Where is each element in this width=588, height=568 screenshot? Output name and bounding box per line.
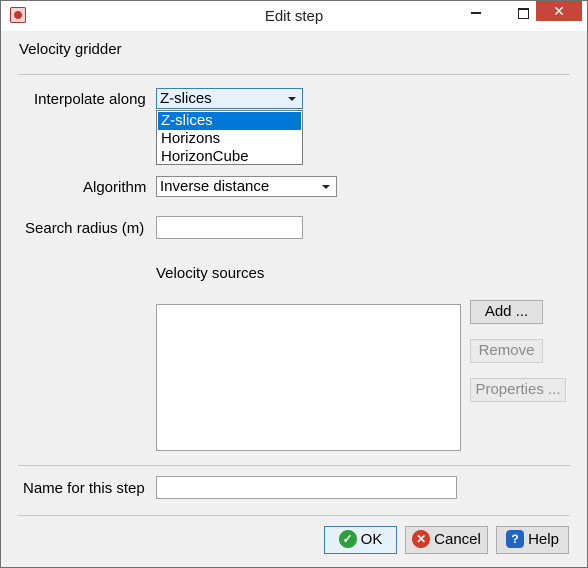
option-horizons[interactable]: Horizons (158, 130, 301, 148)
divider-middle (18, 465, 570, 466)
help-label: Help (528, 531, 559, 549)
add-button[interactable]: Add ... (470, 300, 543, 324)
edit-step-dialog: Edit step ✕ Velocity gridder Interpolate… (0, 0, 588, 568)
properties-button[interactable]: Properties ... (470, 378, 566, 402)
velocity-sources-list[interactable] (156, 304, 461, 451)
search-radius-label: Search radius (m) (25, 220, 145, 237)
ok-label: OK (360, 531, 383, 549)
step-name-label: Name for this step (23, 480, 145, 497)
velocity-sources-label: Velocity sources (156, 265, 265, 282)
algorithm-label: Algorithm (83, 179, 147, 196)
interpolate-value: Z-slices (160, 90, 212, 107)
help-icon: ? (506, 529, 525, 548)
maximize-button[interactable] (510, 1, 536, 23)
algorithm-combo[interactable]: Inverse distance (156, 176, 337, 197)
help-button[interactable]: ? Help (496, 526, 569, 554)
cancel-button[interactable]: ✕ Cancel (405, 526, 488, 554)
close-button[interactable]: ✕ (536, 1, 582, 21)
maximize-icon (517, 7, 529, 19)
title-bar[interactable]: Edit step ✕ (1, 1, 587, 31)
chevron-down-icon (322, 185, 330, 189)
interpolate-dropdown-list: Z-slices Horizons HorizonCube (156, 110, 303, 165)
remove-button[interactable]: Remove (470, 339, 543, 363)
interpolate-label: Interpolate along (34, 91, 146, 108)
step-name-input[interactable] (156, 476, 457, 499)
minimize-icon (471, 12, 481, 15)
close-icon: ✕ (553, 3, 565, 19)
algorithm-value: Inverse distance (160, 178, 270, 195)
option-horizoncube[interactable]: HorizonCube (158, 148, 301, 166)
checkmark-icon: ✓ (338, 529, 357, 548)
section-title: Velocity gridder (19, 41, 122, 58)
interpolate-combo[interactable]: Z-slices (156, 88, 303, 109)
search-radius-input[interactable] (156, 216, 303, 239)
cancel-icon: ✕ (412, 529, 431, 548)
minimize-button[interactable] (464, 1, 488, 23)
chevron-down-icon (288, 97, 296, 101)
ok-button[interactable]: ✓ OK (324, 526, 397, 554)
cancel-label: Cancel (434, 531, 481, 549)
divider-top (18, 74, 570, 75)
option-z-slices[interactable]: Z-slices (158, 112, 301, 130)
divider-bottom (18, 515, 570, 516)
window-title: Edit step (264, 8, 324, 25)
